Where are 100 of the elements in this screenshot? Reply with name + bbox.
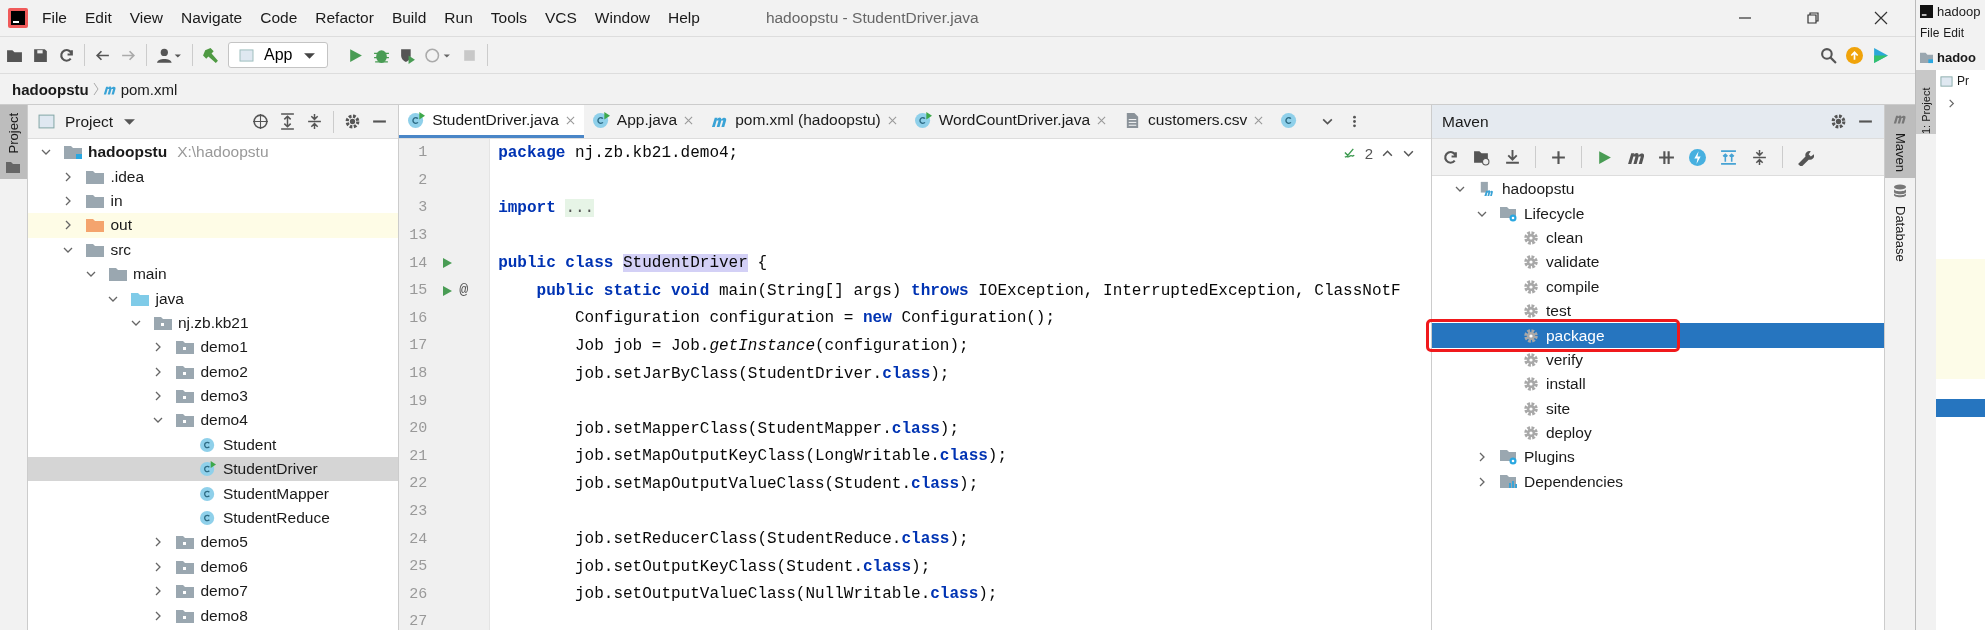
tool-window-tab[interactable]: Maven <box>1885 105 1915 179</box>
line-number: 3 <box>417 199 428 217</box>
folder-icon <box>86 217 105 234</box>
restore-icon[interactable] <box>1806 11 1820 25</box>
tree-item[interactable]: Student <box>27 432 399 458</box>
shield-run-icon[interactable] <box>399 46 417 64</box>
tree-item[interactable]: demo2 <box>27 359 399 384</box>
collapse-all-icon[interactable] <box>1751 148 1768 166</box>
tree-item[interactable]: Dependencies <box>1432 469 1885 495</box>
add-icon[interactable] <box>1550 148 1567 166</box>
tree-item[interactable]: deploy <box>1432 420 1885 446</box>
settings-icon[interactable] <box>1830 113 1848 130</box>
menu-item[interactable]: File <box>1920 26 1940 40</box>
tree-label: Student <box>222 435 277 454</box>
sync-icon[interactable] <box>58 46 75 64</box>
run-icon[interactable] <box>441 284 454 297</box>
editor-tab[interactable]: App.java <box>583 105 703 138</box>
wrench-icon[interactable] <box>1797 148 1814 166</box>
tree-item[interactable]: StudentMapper <box>27 481 399 506</box>
package-icon <box>153 314 172 331</box>
editor-tab[interactable]: StudentDriver.java <box>399 105 584 138</box>
search-icon[interactable] <box>1820 46 1837 64</box>
tree-label: Dependencies <box>1524 472 1624 491</box>
tree-item[interactable]: demo3 <box>27 383 399 409</box>
menu-item[interactable]: View <box>129 9 164 27</box>
run-configuration-dropdown[interactable]: App <box>228 42 329 68</box>
tree-label: src <box>110 240 132 259</box>
tree-item[interactable]: verify <box>1432 347 1885 373</box>
panel-title[interactable]: Pr <box>1957 74 1969 88</box>
user-dropdown-icon[interactable] <box>156 46 183 64</box>
menu-item[interactable]: Edit <box>1943 26 1965 40</box>
editor-tab[interactable]: customers.csv <box>1115 105 1273 138</box>
inspection-count[interactable]: 2 <box>1364 145 1373 162</box>
tree-item[interactable]: StudentReduce <box>27 505 399 531</box>
tree-item[interactable]: demo7 <box>27 579 399 604</box>
toggle-offline-icon[interactable] <box>1658 148 1675 166</box>
tree-item[interactable]: hadoopstu <box>1432 177 1885 202</box>
tree-item[interactable]: .idea <box>27 164 399 189</box>
tree-item[interactable]: StudentDriver <box>27 457 399 482</box>
tree-item[interactable]: clean <box>1432 225 1885 251</box>
close-icon[interactable] <box>1874 11 1888 25</box>
menu-item[interactable]: Window <box>594 9 650 27</box>
breadcrumb-item[interactable]: hadoo <box>1937 49 1976 65</box>
tool-window-tab[interactable]: Project <box>0 105 27 180</box>
expand-all-icon[interactable] <box>279 113 297 130</box>
tree-item[interactable]: demo5 <box>27 530 399 555</box>
tree-item[interactable]: demo8 <box>27 603 399 628</box>
editor-tab[interactable]: pom.xml (hadoopstu) <box>702 105 906 138</box>
panel-title[interactable]: Project <box>64 112 114 131</box>
folded-code[interactable]: ... <box>565 199 595 217</box>
tree-item[interactable]: validate <box>1432 250 1885 275</box>
breadcrumb-item[interactable]: hadoopstu <box>12 80 89 98</box>
tree-item[interactable]: in <box>27 188 399 214</box>
menu-item[interactable]: Edit <box>85 9 112 27</box>
run-icon[interactable] <box>441 257 454 270</box>
package-icon <box>176 607 195 624</box>
folder-sync-icon[interactable] <box>1473 148 1490 166</box>
tree-item[interactable]: demo4 <box>27 408 399 433</box>
tree-item[interactable]: install <box>1432 372 1885 397</box>
tree-item[interactable]: java <box>27 286 399 311</box>
tree-item[interactable]: out <box>27 213 399 238</box>
tree-item[interactable]: nj.zb.kb21 <box>27 310 399 336</box>
hammer-icon[interactable] <box>202 46 219 64</box>
menu-item[interactable]: Run <box>444 9 473 27</box>
menu-item[interactable]: File <box>42 9 67 27</box>
editor-tab[interactable]: WordCountDriver.java <box>905 105 1116 138</box>
menu-item[interactable]: VCS <box>544 9 577 27</box>
tree-item[interactable]: test <box>1432 298 1885 324</box>
panel-icon <box>37 113 55 130</box>
tree-item[interactable]: compile <box>1432 274 1885 299</box>
tree-item[interactable]: demo1 <box>27 335 399 360</box>
inspection-check-icon[interactable] <box>1343 147 1357 160</box>
collapse-all-icon[interactable] <box>306 113 324 130</box>
run-icon[interactable] <box>1596 148 1613 166</box>
tree-item[interactable]: Lifecycle <box>1432 201 1885 226</box>
tree-item[interactable]: demo6 <box>27 554 399 580</box>
tree-item[interactable]: src <box>27 237 399 262</box>
tree-item[interactable]: hadoopstu X:\hadoopstu <box>27 140 399 165</box>
run-icon[interactable] <box>347 46 365 64</box>
reload-icon[interactable] <box>1442 148 1459 166</box>
tool-window-tab[interactable]: Database <box>1885 178 1915 268</box>
settings-icon[interactable] <box>344 113 362 130</box>
chevron-right-icon[interactable] <box>1946 98 1957 109</box>
tool-window-tab[interactable]: 1: Project <box>1916 70 1936 134</box>
menu-item[interactable]: Tools <box>490 9 527 27</box>
tree-item[interactable]: site <box>1432 396 1885 421</box>
menu-item[interactable]: Refactor <box>315 9 374 27</box>
tree-item[interactable]: main <box>27 261 399 287</box>
tree-label: demo8 <box>200 606 248 625</box>
crosshair-icon[interactable] <box>252 113 270 130</box>
menu-item[interactable]: Build <box>391 9 427 27</box>
save-icon[interactable] <box>32 46 49 64</box>
tree-item[interactable]: Plugins <box>1432 445 1885 470</box>
implements-marker[interactable]: @ <box>459 282 469 300</box>
download-icon[interactable] <box>1504 148 1521 166</box>
menu-item[interactable]: Help <box>668 9 700 27</box>
breadcrumb-item[interactable]: pom.xml <box>120 80 178 98</box>
menu-item[interactable]: Code <box>260 9 298 27</box>
menu-item[interactable]: Navigate <box>181 9 243 27</box>
tree-label: demo3 <box>200 387 248 406</box>
